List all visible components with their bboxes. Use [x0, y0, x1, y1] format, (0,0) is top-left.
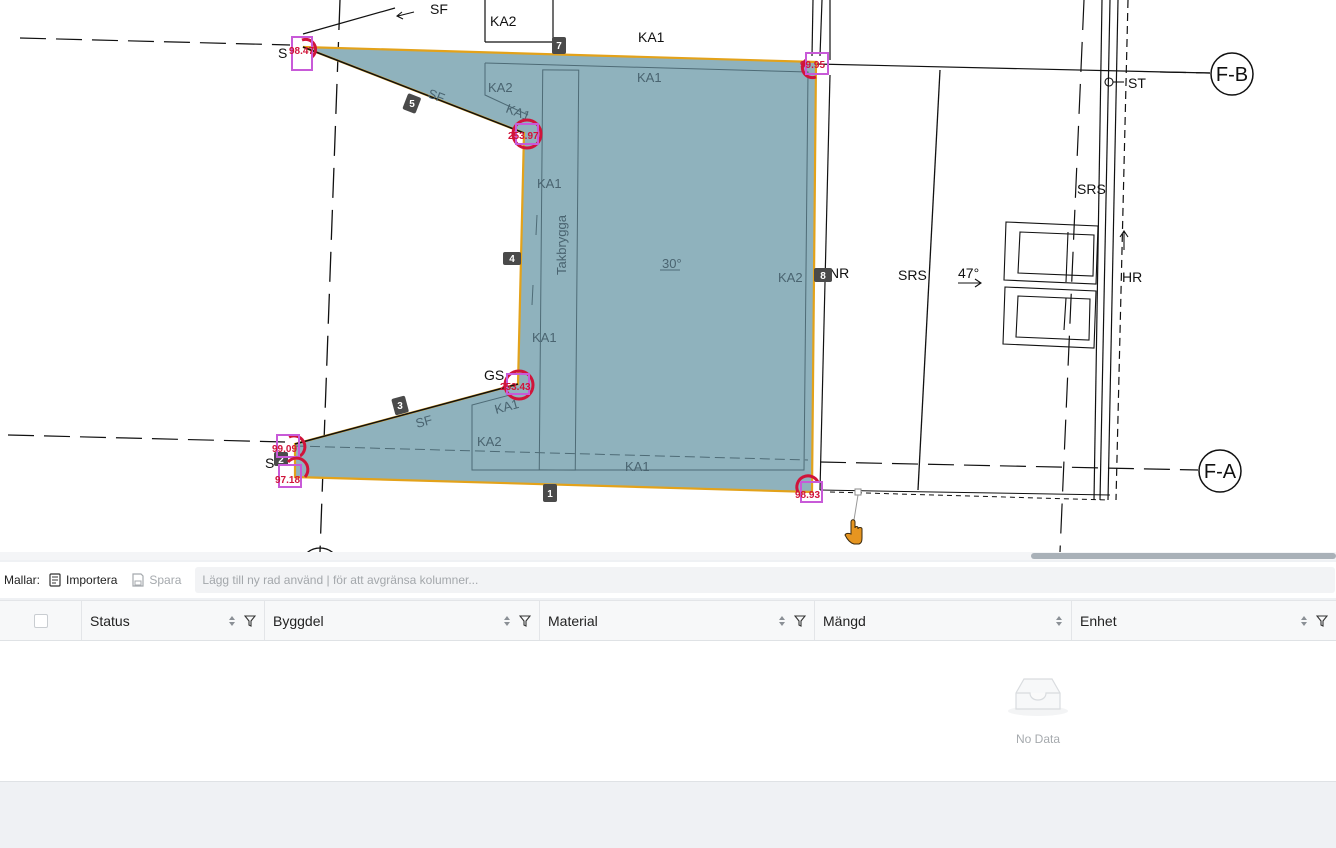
- sort-icon[interactable]: [1300, 615, 1308, 627]
- label-st: ST: [1128, 75, 1146, 91]
- column-header-mangd[interactable]: Mängd: [815, 601, 1072, 640]
- filter-icon[interactable]: [244, 614, 256, 627]
- svg-text:F-A: F-A: [1204, 461, 1237, 483]
- svg-text:3: 3: [397, 401, 403, 412]
- svg-text:1: 1: [547, 489, 553, 500]
- svg-text:8: 8: [820, 271, 826, 282]
- vertex-marker-5[interactable]: 99.09: [272, 434, 307, 458]
- column-header-status[interactable]: Status: [82, 601, 265, 640]
- roof-plan-drawing[interactable]: SF KA2 KA1 KA1 KA2 SF KA1 KA1 Takbrygga …: [0, 0, 1336, 552]
- label-slope-30: 30°: [662, 256, 682, 271]
- data-grid: Status Byggdel Material Mängd Enhet: [0, 600, 1336, 782]
- label-ka1-bottom: KA1: [625, 459, 650, 474]
- vertex-marker-1[interactable]: 98.47: [289, 36, 318, 71]
- hand-cursor-icon: [844, 488, 863, 545]
- segment-badge-5[interactable]: 5: [402, 93, 421, 114]
- roof-window-lower: [1002, 286, 1097, 349]
- vertex-marker-2[interactable]: 99.95: [800, 52, 829, 80]
- segment-badge-7[interactable]: 7: [552, 37, 566, 54]
- svg-text:5: 5: [409, 99, 415, 110]
- label-ka2-bottom: KA2: [477, 434, 502, 449]
- templates-label: Mallar:: [4, 573, 41, 587]
- filter-icon[interactable]: [519, 614, 531, 627]
- column-header-enhet[interactable]: Enhet: [1072, 601, 1336, 640]
- segment-badge-4[interactable]: 4: [503, 252, 521, 265]
- filter-icon[interactable]: [1316, 614, 1328, 627]
- label-slope-47: 47°: [958, 265, 979, 281]
- drawing-canvas[interactable]: SF KA2 KA1 KA1 KA2 SF KA1 KA1 Takbrygga …: [0, 0, 1336, 552]
- column-title-enhet: Enhet: [1080, 612, 1117, 629]
- label-hr: HR: [1122, 269, 1142, 285]
- save-label: Spara: [149, 573, 182, 587]
- svg-text:253.43: 253.43: [500, 382, 531, 393]
- svg-text:98.93: 98.93: [795, 490, 820, 501]
- svg-text:7: 7: [556, 41, 562, 52]
- svg-text:F-B: F-B: [1216, 64, 1248, 86]
- import-label: Importera: [66, 573, 118, 587]
- save-icon: [132, 573, 144, 587]
- column-title-material: Material: [548, 612, 598, 629]
- scrollbar-thumb[interactable]: [1031, 553, 1336, 559]
- column-title-byggdel: Byggdel: [273, 612, 324, 629]
- label-s-bottom: S: [265, 455, 274, 471]
- svg-text:253.97: 253.97: [508, 131, 539, 142]
- svg-text:4: 4: [509, 254, 515, 265]
- label-ka1-mid: KA1: [537, 176, 562, 191]
- segment-badge-1[interactable]: 1: [543, 484, 557, 502]
- filter-icon[interactable]: [794, 614, 806, 627]
- label-ka2-right: KA2: [778, 270, 803, 285]
- import-icon: [49, 573, 61, 587]
- select-all-cell: [0, 601, 82, 640]
- horizontal-scrollbar[interactable]: [0, 552, 1336, 560]
- column-header-material[interactable]: Material: [540, 601, 815, 640]
- sort-icon[interactable]: [778, 615, 786, 627]
- column-header-byggdel[interactable]: Byggdel: [265, 601, 540, 640]
- grid-header: Status Byggdel Material Mängd Enhet: [0, 600, 1336, 641]
- column-title-status: Status: [90, 612, 130, 629]
- import-button[interactable]: Importera: [48, 573, 117, 587]
- axis-marker-f-a: F-A: [1198, 449, 1242, 493]
- svg-text:98.47: 98.47: [289, 46, 314, 57]
- roof-window-upper: [1003, 221, 1099, 285]
- label-nr: NR: [829, 265, 849, 281]
- label-ka1-lower: KA1: [532, 330, 557, 345]
- label-ka1-top: KA1: [638, 29, 665, 45]
- svg-text:97.18: 97.18: [275, 475, 300, 486]
- label-srs-upper: SRS: [1077, 181, 1106, 197]
- label-gs: GS: [484, 367, 504, 383]
- label-sf-top: SF: [430, 1, 448, 17]
- label-ka2-top: KA2: [490, 13, 517, 29]
- empty-inbox-icon: [1008, 678, 1068, 716]
- label-srs-lower: SRS: [898, 267, 927, 283]
- select-all-checkbox[interactable]: [33, 613, 48, 628]
- empty-state-text: No Data: [1015, 732, 1061, 746]
- label-takbrygga: Takbrygga: [554, 214, 569, 275]
- label-ka1-inner: KA1: [637, 70, 662, 85]
- segment-badge-8[interactable]: 8: [814, 268, 832, 282]
- segment-badge-3[interactable]: 3: [391, 395, 409, 416]
- empty-state: No Data: [1003, 675, 1073, 746]
- column-title-mangd: Mängd: [823, 612, 866, 629]
- column-search-input[interactable]: [195, 567, 1336, 593]
- save-button[interactable]: Spara: [131, 573, 181, 587]
- axis-marker-f-b: F-B: [1210, 52, 1254, 96]
- svg-text:99.95: 99.95: [800, 60, 825, 71]
- template-toolbar: Mallar: Importera Spara: [0, 562, 1336, 598]
- svg-text:99.09: 99.09: [272, 444, 297, 455]
- label-ka2-inner: KA2: [488, 80, 513, 95]
- sort-icon[interactable]: [228, 615, 236, 627]
- sort-icon[interactable]: [503, 615, 511, 627]
- sort-icon[interactable]: [1055, 615, 1063, 627]
- label-s-top: S: [278, 45, 287, 61]
- footer-area: [0, 783, 1336, 848]
